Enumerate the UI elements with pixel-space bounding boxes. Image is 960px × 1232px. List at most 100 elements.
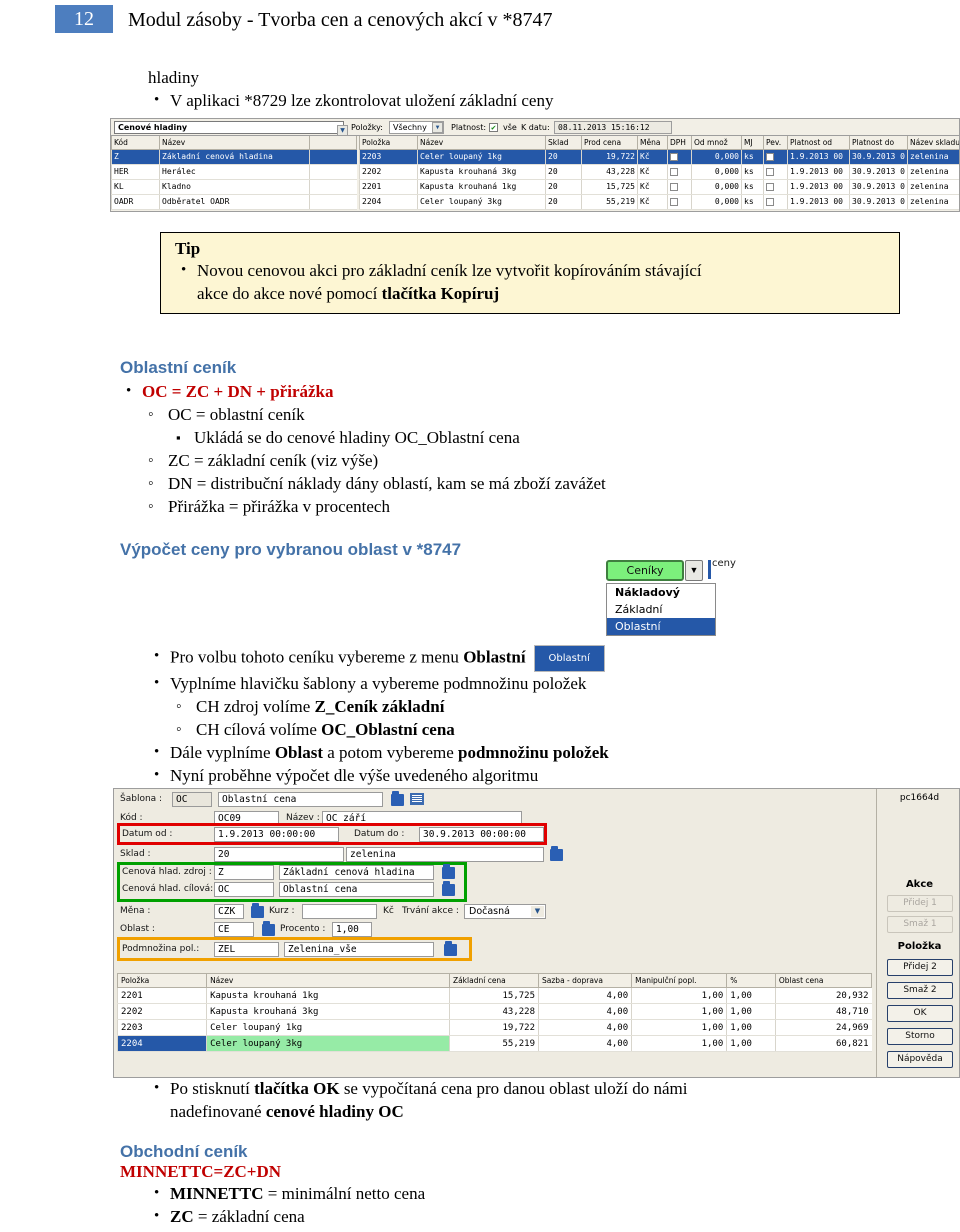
table-row[interactable]: OADR Odběratel OADR: [111, 194, 357, 210]
table-row[interactable]: 2202 Kapusta krouhaná 3kg 20 43,228 Kč 0…: [359, 164, 959, 180]
col-zakladni-cena[interactable]: Základní cena: [448, 973, 540, 988]
sablona-code-field[interactable]: OC: [172, 792, 212, 807]
folder-open-icon[interactable]: [444, 941, 457, 956]
table-row[interactable]: Z Základní cenová hladina: [111, 149, 357, 165]
col-dph[interactable]: DPH: [667, 136, 692, 150]
col-prod-cena[interactable]: Prod cena: [581, 136, 638, 150]
list-icon[interactable]: [410, 793, 424, 805]
hladiny-window-combo[interactable]: Cenové hladiny ▼: [114, 121, 348, 136]
sablona-name-field[interactable]: Oblastní cena: [218, 792, 383, 807]
ceniky-button[interactable]: Ceníky: [606, 560, 684, 581]
dph-checkbox[interactable]: [670, 182, 678, 191]
col-platnost-do[interactable]: Platnost do: [849, 136, 908, 150]
kdatu-field[interactable]: 08.11.2013 15:16:12: [554, 121, 672, 134]
col-oblast-cena[interactable]: Oblast cena: [774, 973, 873, 988]
cell-pev[interactable]: [763, 149, 788, 165]
datum-od-field[interactable]: 1.9.2013 00:00:00: [214, 827, 339, 842]
form-items-grid[interactable]: Položka Název Základní cena Sazba - dopr…: [116, 973, 873, 1073]
col-sazba-doprava[interactable]: Sazba - doprava: [538, 973, 633, 988]
col-mj[interactable]: MJ: [741, 136, 764, 150]
folder-open-icon[interactable]: [251, 903, 264, 918]
storno-button[interactable]: Storno: [887, 1028, 953, 1045]
table-row[interactable]: KL Kladno: [111, 179, 357, 195]
table-row[interactable]: 2202 Kapusta krouhaná 3kg 43,228 4,00 1,…: [116, 1003, 872, 1020]
col-procento[interactable]: %: [726, 973, 776, 988]
col-nazev-skladu[interactable]: Název skladu: [907, 136, 959, 150]
polozky-chevron-down-icon[interactable]: ▼: [432, 122, 443, 133]
mena-field[interactable]: CZK: [214, 904, 244, 919]
smaz2-button[interactable]: Smaž 2: [887, 982, 953, 999]
ch-zdroj-code-field[interactable]: Z: [214, 865, 274, 880]
col-nazev[interactable]: Název: [159, 136, 310, 150]
dph-checkbox[interactable]: [670, 152, 678, 161]
pev-checkbox[interactable]: [766, 152, 774, 161]
hladiny-toolbar: Cenové hladiny ▼ Položky: Všechny ▼ Plat…: [111, 119, 959, 136]
pridej1-button[interactable]: Přidej 1: [887, 895, 953, 912]
napoveda-button[interactable]: Nápověda: [887, 1051, 953, 1068]
col-od-mnoz[interactable]: Od množ: [691, 136, 742, 150]
chevron-down-icon[interactable]: ▼: [531, 906, 544, 917]
ok-button[interactable]: OK: [887, 1005, 953, 1022]
trvani-select[interactable]: Dočasná ▼: [464, 904, 546, 919]
table-row[interactable]: 2203 Celer loupaný 1kg 19,722 4,00 1,00 …: [116, 1019, 872, 1036]
menu-item-nakladovy[interactable]: Nákladový: [607, 584, 715, 601]
datum-do-field[interactable]: 30.9.2013 00:00:00: [419, 827, 544, 842]
hladiny-right-grid[interactable]: Položka Název Sklad Prod cena Měna DPH O…: [359, 136, 959, 211]
col-sklad[interactable]: Sklad: [545, 136, 582, 150]
menu-item-oblastni[interactable]: Oblastní: [607, 618, 715, 635]
dph-checkbox[interactable]: [670, 167, 678, 176]
table-row[interactable]: 2203 Celer loupaný 1kg 20 19,722 Kč 0,00…: [359, 149, 959, 165]
cell-pev[interactable]: [763, 194, 788, 210]
col-nazev[interactable]: Název: [417, 136, 546, 150]
smaz1-button[interactable]: Smaž 1: [887, 916, 953, 933]
cell-dph[interactable]: [667, 164, 692, 180]
ch-zdroj-name-field[interactable]: Základní cenová hladina: [279, 865, 434, 880]
sklad-name-field[interactable]: zelenina: [346, 847, 544, 862]
dph-checkbox[interactable]: [670, 197, 678, 206]
col-mena[interactable]: Měna: [637, 136, 668, 150]
folder-open-icon[interactable]: [550, 846, 563, 861]
pev-checkbox[interactable]: [766, 167, 774, 176]
chevron-down-icon[interactable]: ▼: [337, 125, 348, 136]
pev-checkbox[interactable]: [766, 182, 774, 191]
ch-zdroj-code-value: Z: [218, 867, 224, 878]
oblast-field[interactable]: CE: [214, 922, 254, 937]
table-row[interactable]: 2201 Kapusta krouhaná 1kg 15,725 4,00 1,…: [116, 987, 872, 1004]
kurz-field[interactable]: [302, 904, 377, 919]
col-platnost-od[interactable]: Platnost od: [787, 136, 850, 150]
pev-checkbox[interactable]: [766, 197, 774, 206]
oblastni-badge[interactable]: Oblastní: [533, 645, 605, 672]
folder-open-icon[interactable]: [442, 881, 455, 896]
hladiny-left-grid[interactable]: Kód Název Z Základní cenová hladina HER …: [111, 136, 357, 211]
menu-item-zakladni[interactable]: Základní: [607, 601, 715, 618]
col-kod[interactable]: Kód: [111, 136, 160, 150]
ch-cilova-name-field[interactable]: Oblastní cena: [279, 882, 434, 897]
cell-dph[interactable]: [667, 194, 692, 210]
table-row[interactable]: 2204 Celer loupaný 3kg 55,219 4,00 1,00 …: [116, 1035, 872, 1052]
col-blank[interactable]: [309, 136, 357, 150]
col-polozka[interactable]: Položka: [359, 136, 418, 150]
platnost-checkbox[interactable]: ✔: [489, 123, 498, 132]
folder-open-icon[interactable]: [391, 791, 404, 806]
col-nazev[interactable]: Název: [206, 973, 450, 988]
table-row[interactable]: 2204 Celer loupaný 3kg 20 55,219 Kč 0,00…: [359, 194, 959, 210]
cell-dph[interactable]: [667, 179, 692, 195]
col-polozka[interactable]: Položka: [116, 973, 208, 988]
pridej2-button[interactable]: Přidej 2: [887, 959, 953, 976]
cell-mj: ks: [741, 164, 764, 180]
col-pev[interactable]: Pev.: [763, 136, 788, 150]
podmnozina-name-field[interactable]: Zelenina_vše: [284, 942, 434, 957]
cell-dph[interactable]: [667, 149, 692, 165]
procento-field[interactable]: 1,00: [332, 922, 372, 937]
sklad-code-field[interactable]: 20: [214, 847, 344, 862]
folder-open-icon[interactable]: [442, 864, 455, 879]
chevron-down-icon[interactable]: ▼: [685, 560, 703, 581]
cell-pev[interactable]: [763, 179, 788, 195]
col-manipulcni-popl[interactable]: Manipulční popl.: [631, 973, 728, 988]
folder-open-icon[interactable]: [262, 921, 275, 936]
table-row[interactable]: 2201 Kapusta krouhaná 1kg 20 15,725 Kč 0…: [359, 179, 959, 195]
cell-pev[interactable]: [763, 164, 788, 180]
table-row[interactable]: HER Herálec: [111, 164, 357, 180]
ch-cilova-code-field[interactable]: OC: [214, 882, 274, 897]
podmnozina-code-field[interactable]: ZEL: [214, 942, 279, 957]
